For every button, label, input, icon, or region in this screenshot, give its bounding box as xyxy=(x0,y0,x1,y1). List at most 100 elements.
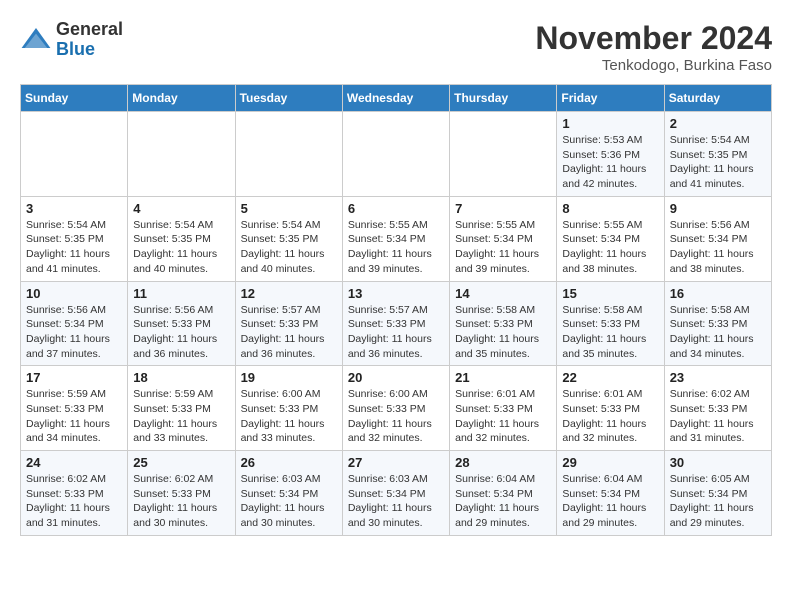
day-number: 27 xyxy=(348,455,444,470)
logo-blue: Blue xyxy=(56,39,95,59)
day-info: Sunrise: 5:55 AM Sunset: 5:34 PM Dayligh… xyxy=(348,218,444,277)
day-info: Sunrise: 6:03 AM Sunset: 5:34 PM Dayligh… xyxy=(348,472,444,531)
weekday-header: Saturday xyxy=(664,85,771,112)
calendar-cell: 28 Sunrise: 6:04 AM Sunset: 5:34 PM Dayli… xyxy=(450,451,557,536)
day-info: Sunrise: 5:55 AM Sunset: 5:34 PM Dayligh… xyxy=(562,218,658,277)
day-info: Sunrise: 5:54 AM Sunset: 5:35 PM Dayligh… xyxy=(26,218,122,277)
day-number: 25 xyxy=(133,455,229,470)
calendar-cell: 14 Sunrise: 5:58 AM Sunset: 5:33 PM Dayli… xyxy=(450,281,557,366)
day-info: Sunrise: 5:56 AM Sunset: 5:34 PM Dayligh… xyxy=(26,303,122,362)
day-number: 10 xyxy=(26,286,122,301)
day-number: 17 xyxy=(26,370,122,385)
calendar-cell: 19 Sunrise: 6:00 AM Sunset: 5:33 PM Dayli… xyxy=(235,366,342,451)
calendar-cell: 15 Sunrise: 5:58 AM Sunset: 5:33 PM Dayli… xyxy=(557,281,664,366)
logo-icon xyxy=(20,24,52,56)
day-number: 14 xyxy=(455,286,551,301)
weekday-header: Monday xyxy=(128,85,235,112)
day-number: 4 xyxy=(133,201,229,216)
day-number: 26 xyxy=(241,455,337,470)
calendar-cell: 13Sunrise: 5:57 AM Sunset: 5:33 PM Dayli… xyxy=(342,281,449,366)
calendar-cell: 17 Sunrise: 5:59 AM Sunset: 5:33 PM Dayli… xyxy=(21,366,128,451)
weekday-header: Wednesday xyxy=(342,85,449,112)
weekday-header: Friday xyxy=(557,85,664,112)
day-number: 15 xyxy=(562,286,658,301)
day-number: 29 xyxy=(562,455,658,470)
calendar-week-row: 17 Sunrise: 5:59 AM Sunset: 5:33 PM Dayli… xyxy=(21,366,772,451)
day-number: 6 xyxy=(348,201,444,216)
calendar-cell: 22 Sunrise: 6:01 AM Sunset: 5:33 PM Dayli… xyxy=(557,366,664,451)
day-number: 3 xyxy=(26,201,122,216)
location: Tenkodogo, Burkina Faso xyxy=(535,57,772,74)
calendar-cell: 2Sunrise: 5:54 AM Sunset: 5:35 PM Daylig… xyxy=(664,112,771,197)
calendar-cell: 3 Sunrise: 5:54 AM Sunset: 5:35 PM Daylig… xyxy=(21,196,128,281)
day-number: 30 xyxy=(670,455,766,470)
day-number: 12 xyxy=(241,286,337,301)
calendar-cell: 4 Sunrise: 5:54 AM Sunset: 5:35 PM Daylig… xyxy=(128,196,235,281)
calendar-cell: 30Sunrise: 6:05 AM Sunset: 5:34 PM Dayli… xyxy=(664,451,771,536)
month-title: November 2024 xyxy=(535,20,772,57)
calendar-week-row: 3 Sunrise: 5:54 AM Sunset: 5:35 PM Daylig… xyxy=(21,196,772,281)
calendar-week-row: 10 Sunrise: 5:56 AM Sunset: 5:34 PM Dayli… xyxy=(21,281,772,366)
weekday-header: Thursday xyxy=(450,85,557,112)
day-info: Sunrise: 6:00 AM Sunset: 5:33 PM Dayligh… xyxy=(348,387,444,446)
day-info: Sunrise: 6:03 AM Sunset: 5:34 PM Dayligh… xyxy=(241,472,337,531)
calendar-cell xyxy=(450,112,557,197)
calendar-cell: 6 Sunrise: 5:55 AM Sunset: 5:34 PM Daylig… xyxy=(342,196,449,281)
weekday-header-row: SundayMondayTuesdayWednesdayThursdayFrid… xyxy=(21,85,772,112)
logo-general: General xyxy=(56,19,123,39)
day-number: 22 xyxy=(562,370,658,385)
day-number: 21 xyxy=(455,370,551,385)
day-number: 16 xyxy=(670,286,766,301)
calendar-cell: 7 Sunrise: 5:55 AM Sunset: 5:34 PM Daylig… xyxy=(450,196,557,281)
calendar-cell: 11 Sunrise: 5:56 AM Sunset: 5:33 PM Dayli… xyxy=(128,281,235,366)
day-number: 20 xyxy=(348,370,444,385)
day-info: Sunrise: 5:54 AM Sunset: 5:35 PM Dayligh… xyxy=(241,218,337,277)
calendar-cell: 27 Sunrise: 6:03 AM Sunset: 5:34 PM Dayli… xyxy=(342,451,449,536)
day-info: Sunrise: 6:00 AM Sunset: 5:33 PM Dayligh… xyxy=(241,387,337,446)
calendar-table: SundayMondayTuesdayWednesdayThursdayFrid… xyxy=(20,84,772,536)
calendar-cell xyxy=(21,112,128,197)
day-number: 23 xyxy=(670,370,766,385)
day-info: Sunrise: 6:04 AM Sunset: 5:34 PM Dayligh… xyxy=(455,472,551,531)
calendar-cell: 29 Sunrise: 6:04 AM Sunset: 5:34 PM Dayli… xyxy=(557,451,664,536)
logo: General Blue xyxy=(20,20,123,60)
day-number: 28 xyxy=(455,455,551,470)
day-number: 11 xyxy=(133,286,229,301)
day-info: Sunrise: 5:58 AM Sunset: 5:33 PM Dayligh… xyxy=(455,303,551,362)
day-info: Sunrise: 6:02 AM Sunset: 5:33 PM Dayligh… xyxy=(133,472,229,531)
day-info: Sunrise: 6:01 AM Sunset: 5:33 PM Dayligh… xyxy=(562,387,658,446)
day-info: Sunrise: 5:57 AM Sunset: 5:33 PM Dayligh… xyxy=(348,303,444,362)
day-info: Sunrise: 5:59 AM Sunset: 5:33 PM Dayligh… xyxy=(26,387,122,446)
calendar-cell: 24 Sunrise: 6:02 AM Sunset: 5:33 PM Dayli… xyxy=(21,451,128,536)
day-info: Sunrise: 5:58 AM Sunset: 5:33 PM Dayligh… xyxy=(562,303,658,362)
day-number: 19 xyxy=(241,370,337,385)
day-info: Sunrise: 5:54 AM Sunset: 5:35 PM Dayligh… xyxy=(133,218,229,277)
day-info: Sunrise: 5:55 AM Sunset: 5:34 PM Dayligh… xyxy=(455,218,551,277)
day-info: Sunrise: 5:59 AM Sunset: 5:33 PM Dayligh… xyxy=(133,387,229,446)
calendar-cell: 5Sunrise: 5:54 AM Sunset: 5:35 PM Daylig… xyxy=(235,196,342,281)
calendar-cell xyxy=(342,112,449,197)
calendar-cell: 9Sunrise: 5:56 AM Sunset: 5:34 PM Daylig… xyxy=(664,196,771,281)
day-number: 24 xyxy=(26,455,122,470)
calendar-cell: 8 Sunrise: 5:55 AM Sunset: 5:34 PM Daylig… xyxy=(557,196,664,281)
day-info: Sunrise: 5:56 AM Sunset: 5:34 PM Dayligh… xyxy=(670,218,766,277)
calendar-cell: 18Sunrise: 5:59 AM Sunset: 5:33 PM Dayli… xyxy=(128,366,235,451)
day-info: Sunrise: 5:57 AM Sunset: 5:33 PM Dayligh… xyxy=(241,303,337,362)
weekday-header: Tuesday xyxy=(235,85,342,112)
logo-text: General Blue xyxy=(56,20,123,60)
day-info: Sunrise: 6:02 AM Sunset: 5:33 PM Dayligh… xyxy=(670,387,766,446)
calendar-cell: 10 Sunrise: 5:56 AM Sunset: 5:34 PM Dayli… xyxy=(21,281,128,366)
day-info: Sunrise: 6:02 AM Sunset: 5:33 PM Dayligh… xyxy=(26,472,122,531)
day-info: Sunrise: 5:56 AM Sunset: 5:33 PM Dayligh… xyxy=(133,303,229,362)
day-info: Sunrise: 6:04 AM Sunset: 5:34 PM Dayligh… xyxy=(562,472,658,531)
calendar-cell: 12 Sunrise: 5:57 AM Sunset: 5:33 PM Dayli… xyxy=(235,281,342,366)
day-number: 7 xyxy=(455,201,551,216)
page-header: General Blue November 2024 Tenkodogo, Bu… xyxy=(20,20,772,74)
calendar-cell: 25 Sunrise: 6:02 AM Sunset: 5:33 PM Dayli… xyxy=(128,451,235,536)
calendar-cell xyxy=(128,112,235,197)
day-info: Sunrise: 5:54 AM Sunset: 5:35 PM Dayligh… xyxy=(670,133,766,192)
calendar-cell: 16Sunrise: 5:58 AM Sunset: 5:33 PM Dayli… xyxy=(664,281,771,366)
calendar-cell: 26 Sunrise: 6:03 AM Sunset: 5:34 PM Dayli… xyxy=(235,451,342,536)
day-number: 8 xyxy=(562,201,658,216)
calendar-cell: 20 Sunrise: 6:00 AM Sunset: 5:33 PM Dayli… xyxy=(342,366,449,451)
